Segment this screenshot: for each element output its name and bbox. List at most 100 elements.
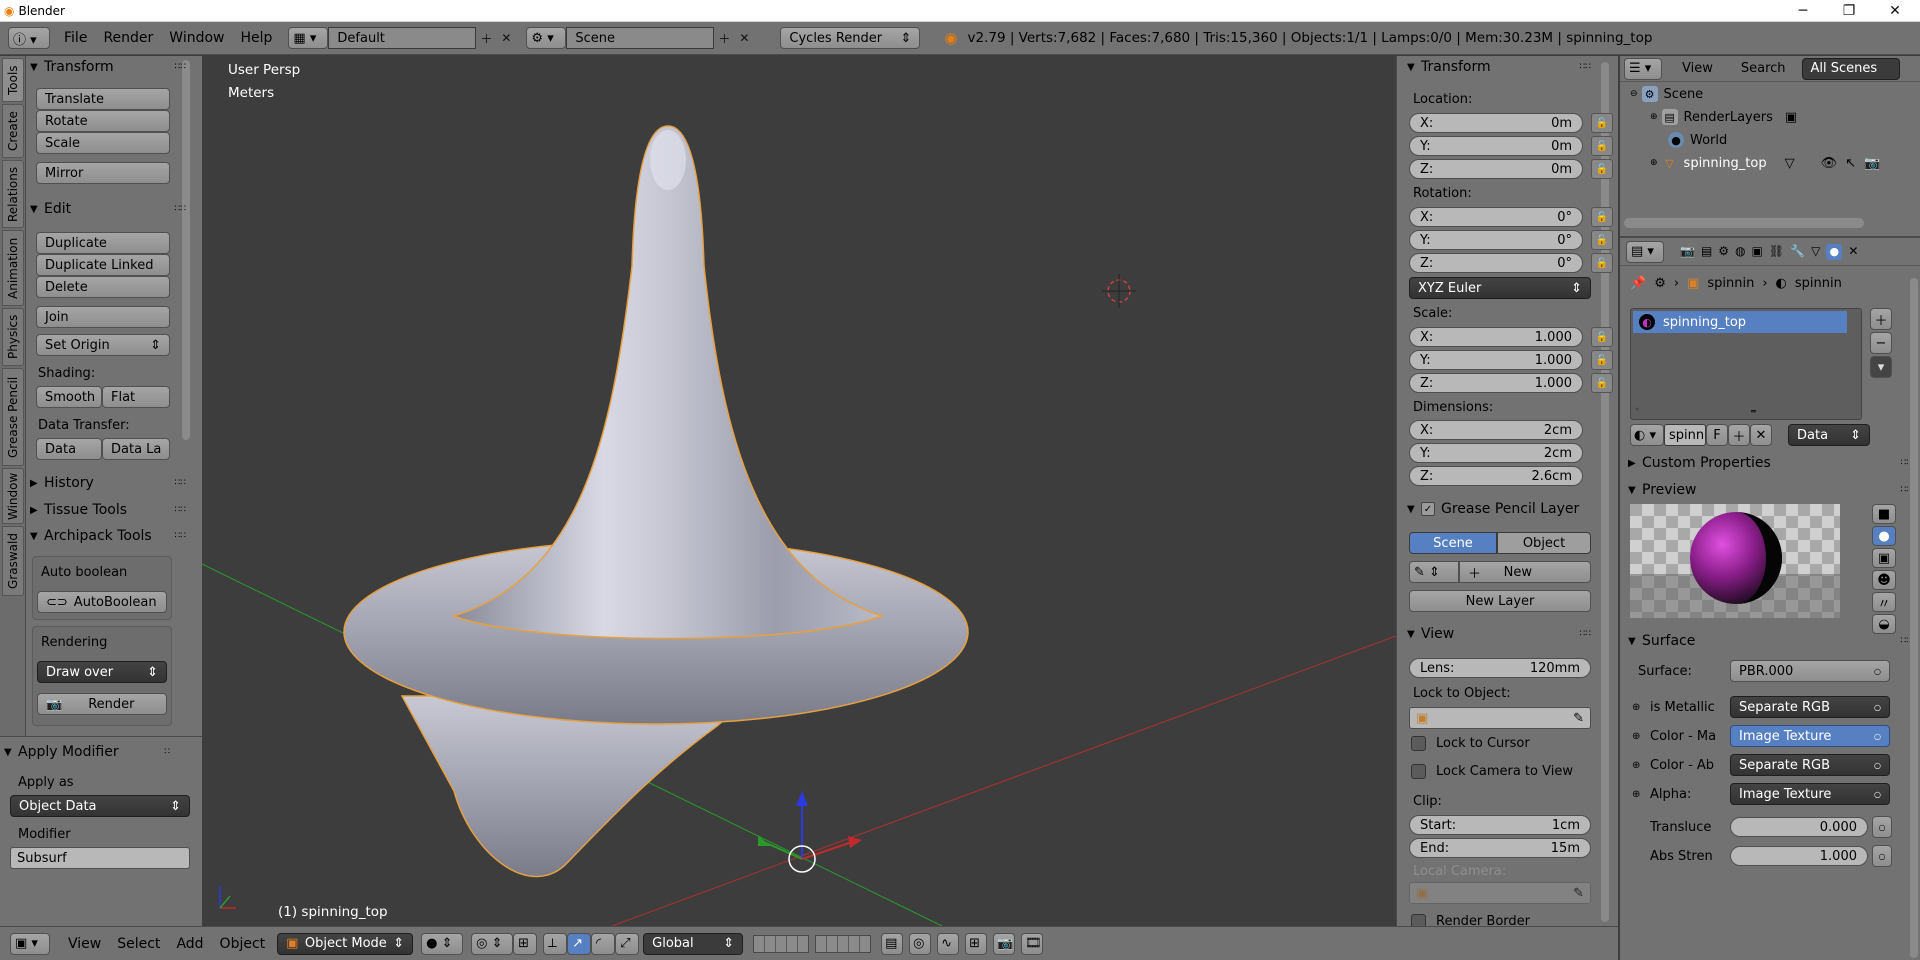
tab-tools[interactable]: Tools <box>2 58 24 102</box>
tab-animation[interactable]: Animation <box>2 230 24 306</box>
visibility-eye-icon[interactable]: 👁 <box>1821 156 1838 171</box>
mode-dropdown[interactable]: ▣ Object Mode ⇕ <box>277 932 414 955</box>
slot-specials-icon[interactable]: ▾ <box>1870 356 1892 378</box>
tab-create[interactable]: Create <box>2 104 24 158</box>
modifier-name-field[interactable]: Subsurf <box>10 847 190 869</box>
outliner-item-renderlayers[interactable]: ⊕ ▤ RenderLayers ▣ <box>1650 109 1797 125</box>
toolshelf-scrollbar[interactable] <box>182 60 190 440</box>
duplicate-linked-button[interactable]: Duplicate Linked <box>36 254 170 276</box>
add-slot-icon[interactable]: ＋ <box>1870 308 1892 330</box>
drag-grip-icon[interactable]: ∷∷ <box>175 531 186 541</box>
dimensions-z-field[interactable]: Z: 2.6cm <box>1409 466 1583 486</box>
material-slots-list[interactable]: ◐ spinning_top ◦ ═ <box>1630 308 1862 420</box>
eyedropper-icon[interactable]: ✎ <box>1573 711 1584 726</box>
orientation-dropdown[interactable]: Global ⇕ <box>643 932 744 955</box>
input-link-button[interactable]: Image Texture ○ <box>1730 725 1890 747</box>
data-layout-button[interactable]: Data La <box>102 438 170 460</box>
gp-scene-toggle[interactable]: Scene <box>1409 532 1497 554</box>
scale-button[interactable]: Scale <box>36 132 170 154</box>
apply-modifier-header[interactable]: ▼ Apply Modifier ∷ <box>4 741 170 763</box>
draw-over-dropdown[interactable]: Draw over ⇕ <box>37 661 167 683</box>
material-browse-icon[interactable]: ◐ ▾ <box>1630 424 1664 446</box>
shading-mode-icon[interactable]: ● ⇕ <box>421 932 464 955</box>
outliner-editor-icon[interactable]: ☰ ▾ <box>1624 57 1662 80</box>
manipulator-icon[interactable]: ⟂ <box>543 932 568 955</box>
mirror-button[interactable]: Mirror <box>36 162 170 184</box>
grease-pencil-header[interactable]: ▼ ✓ Grease Pencil Layer <box>1407 498 1601 520</box>
menu-file[interactable]: File <box>64 30 87 46</box>
abs-strength-field[interactable]: 1.000 <box>1730 846 1868 866</box>
gp-object-toggle[interactable]: Object <box>1497 532 1591 554</box>
object-menu[interactable]: Object <box>220 936 266 952</box>
checkbox-icon[interactable]: ✓ <box>1421 502 1435 516</box>
tab-physics[interactable]: Physics <box>2 308 24 366</box>
material-slot-item[interactable]: ◐ spinning_top <box>1633 311 1847 333</box>
snap-icon[interactable]: ∿ <box>937 932 960 955</box>
tab-grease-pencil[interactable]: Grease Pencil <box>2 368 24 466</box>
transform-gizmo[interactable] <box>758 791 862 873</box>
layer-buttons-left[interactable] <box>753 934 810 953</box>
preview-monkey-icon[interactable]: ☻ <box>1872 570 1896 590</box>
rotation-x-field[interactable]: X: 0° <box>1409 207 1583 227</box>
render-button[interactable]: 📷 Render <box>37 693 167 715</box>
rotation-mode-dropdown[interactable]: XYZ Euler ⇕ <box>1409 277 1591 299</box>
3d-viewport[interactable]: User Persp Meters (1) spinning_top <box>202 56 1396 926</box>
location-z-field[interactable]: Z: 0m <box>1409 159 1583 179</box>
drag-grip-icon[interactable]: ∷∷ <box>175 62 186 72</box>
scene-tab-icon[interactable]: ⚙ <box>1718 244 1729 260</box>
lens-field[interactable]: Lens: 120mm <box>1409 658 1591 678</box>
renderability-camera-icon[interactable]: 📷 <box>1864 156 1880 171</box>
layer-buttons-right[interactable] <box>815 934 872 953</box>
translucency-field[interactable]: 0.000 <box>1730 817 1868 837</box>
close-button[interactable]: ✕ <box>1872 0 1918 22</box>
lock-icon[interactable]: 🔓 <box>1591 327 1613 347</box>
expand-input-icon[interactable]: ⊕ <box>1632 760 1650 771</box>
select-menu[interactable]: Select <box>117 936 160 952</box>
expand-input-icon[interactable]: ⊕ <box>1632 702 1650 713</box>
remove-slot-icon[interactable]: − <box>1870 332 1892 354</box>
lock-icon[interactable]: 🔓 <box>1591 207 1613 227</box>
view-panel-header[interactable]: ▼ View ∷∷ <box>1407 623 1591 645</box>
render-engine-dropdown[interactable]: Cycles Render ⇕ <box>780 27 921 49</box>
scale-z-field[interactable]: Z: 1.000 <box>1409 373 1583 393</box>
outliner-item-spinning-top[interactable]: ⊕ ▽ spinning_top ▽ 👁 ↖ 📷 <box>1650 155 1918 171</box>
scene-selector-button[interactable]: ⚙ ▾ <box>526 27 567 49</box>
n-transform-header[interactable]: ▼ Transform ∷∷ <box>1407 56 1591 78</box>
add-menu[interactable]: Add <box>176 936 203 952</box>
rotation-z-field[interactable]: Z: 0° <box>1409 253 1583 273</box>
expand-input-icon[interactable]: ⊕ <box>1632 731 1650 742</box>
pencil-icon[interactable]: ✎ ⇕ <box>1409 561 1459 583</box>
clip-end-field[interactable]: End: 15m <box>1409 838 1591 858</box>
selectability-cursor-icon[interactable]: ↖ <box>1845 156 1856 171</box>
render-layer-toggle-icon[interactable]: ▣ <box>1785 110 1797 125</box>
render-layers-tab-icon[interactable]: ▤ <box>1701 244 1712 260</box>
preview-cube-icon[interactable]: ▣ <box>1872 548 1896 568</box>
surface-shader-button[interactable]: PBR.000 ○ <box>1730 660 1890 682</box>
scale-manipulator-icon[interactable]: ⤢ <box>615 932 640 955</box>
rotation-y-field[interactable]: Y: 0° <box>1409 230 1583 250</box>
transform-panel-header[interactable]: ▼ Transform ∷∷ <box>30 56 196 78</box>
preview-hair-icon[interactable]: 〃 <box>1872 592 1896 612</box>
join-button[interactable]: Join <box>36 306 170 328</box>
data-tab-icon[interactable]: ▽ <box>1811 244 1820 260</box>
location-x-field[interactable]: X: 0m <box>1409 113 1583 133</box>
drag-grip-icon[interactable]: ∷∷ <box>1580 62 1591 72</box>
preview-header[interactable]: ▼ Preview ∷∷ <box>1628 479 1912 501</box>
material-tab-icon[interactable]: ● <box>1826 243 1843 260</box>
socket-icon[interactable]: ○ <box>1872 816 1892 838</box>
scale-y-field[interactable]: Y: 1.000 <box>1409 350 1583 370</box>
delete-button[interactable]: Delete <box>36 276 170 298</box>
drag-grip-icon[interactable]: ∷∷ <box>175 478 186 488</box>
world-tab-icon[interactable]: ◍ <box>1735 244 1745 260</box>
lock-icon[interactable]: 🔓 <box>1591 159 1613 179</box>
manipulator-toggle-icon[interactable]: ⊞ <box>513 932 538 955</box>
tab-window[interactable]: Window <box>2 468 24 524</box>
outliner-item-scene[interactable]: ⊖ ⚙ Scene <box>1630 86 1703 102</box>
gp-new-button[interactable]: ＋ New <box>1459 561 1591 583</box>
local-camera-field[interactable]: ▣ ✎ <box>1409 882 1591 904</box>
rotate-button[interactable]: Rotate <box>36 110 170 132</box>
dimensions-y-field[interactable]: Y: 2cm <box>1409 443 1583 463</box>
expand-input-icon[interactable]: ⊕ <box>1632 789 1650 800</box>
proportional-edit-icon[interactable]: ◎ <box>909 932 932 955</box>
spinning-top-mesh[interactable] <box>343 125 969 878</box>
